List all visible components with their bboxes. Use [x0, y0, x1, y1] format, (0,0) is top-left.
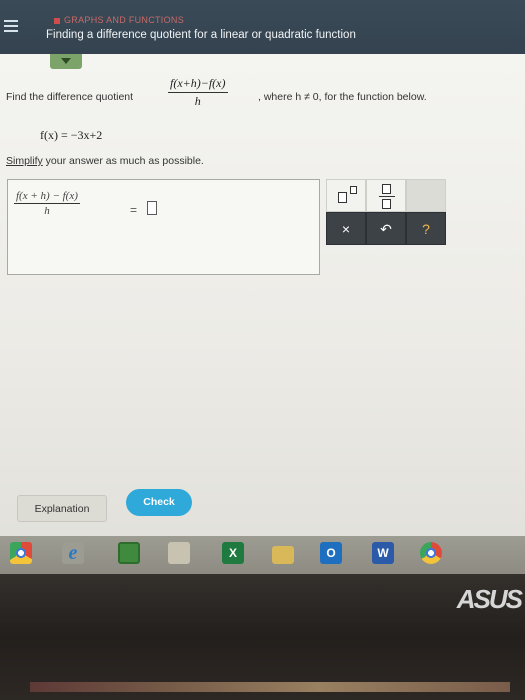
denominator-box-icon [382, 199, 391, 209]
photos-icon[interactable] [168, 542, 190, 564]
chrome-icon-2[interactable] [420, 542, 442, 564]
topic-text: GRAPHS AND FUNCTIONS [64, 15, 185, 25]
laptop-bezel: ASUS [0, 574, 525, 700]
topic-icon [54, 17, 60, 24]
keyboard-edge [30, 682, 510, 692]
help-button[interactable]: ? [406, 212, 446, 245]
word-icon[interactable]: W [372, 542, 394, 564]
check-button[interactable]: Check [126, 489, 192, 516]
edge-icon[interactable]: e [62, 542, 84, 564]
explanation-button[interactable]: Explanation [17, 495, 107, 522]
undo-button[interactable]: ↶ [366, 212, 406, 245]
answer-area[interactable]: f(x + h) − f(x) h = [7, 179, 320, 275]
app-header: GRAPHS AND FUNCTIONS Finding a differenc… [0, 0, 525, 54]
instruction-text: your answer as much as possible. [42, 155, 204, 167]
page-title: Finding a difference quotient for a line… [46, 29, 356, 41]
fraction-bar-icon [379, 196, 395, 197]
file-explorer-icon[interactable] [272, 546, 294, 564]
chrome-icon[interactable] [10, 542, 32, 564]
taskbar: e X O W [0, 536, 525, 574]
simplify-link[interactable]: Simplify [6, 155, 43, 167]
topic-label: GRAPHS AND FUNCTIONS [54, 15, 184, 25]
instruction: Simplify your answer as much as possible… [6, 155, 204, 167]
answer-input[interactable] [147, 201, 157, 215]
excel-icon[interactable]: X [222, 542, 244, 564]
brand-logo: ASUS [456, 584, 523, 614]
math-keypad: × ↶ ? [326, 179, 446, 245]
numerator-box-icon [382, 184, 391, 194]
fraction-button[interactable] [366, 179, 406, 212]
collapse-toggle[interactable] [50, 54, 82, 69]
store-icon[interactable] [118, 542, 140, 564]
base-box-icon [338, 192, 347, 203]
equals-sign: = [130, 203, 138, 217]
function-definition: f(x) = −3x+2 [40, 128, 103, 142]
exponent-box-icon [350, 186, 357, 194]
outlook-icon[interactable]: O [320, 542, 342, 564]
answer-lhs: f(x + h) − f(x) h [14, 190, 80, 217]
answer-lhs-denominator: h [44, 205, 50, 217]
problem-sheet: Find the difference quotient f(x+h)−f(x)… [0, 54, 525, 536]
quotient-numerator: f(x+h)−f(x) [168, 76, 228, 93]
exponent-button[interactable] [326, 179, 366, 212]
problem-prompt: Find the difference quotient [6, 91, 134, 103]
quotient-denominator: h [194, 94, 201, 108]
answer-lhs-numerator: f(x + h) − f(x) [14, 190, 80, 204]
clear-button[interactable]: × [326, 212, 366, 245]
menu-icon[interactable] [4, 20, 18, 32]
difference-quotient: f(x+h)−f(x) h [168, 76, 228, 109]
problem-condition: , where h ≠ 0, for the function below. [258, 91, 427, 103]
keypad-blank [406, 179, 446, 212]
